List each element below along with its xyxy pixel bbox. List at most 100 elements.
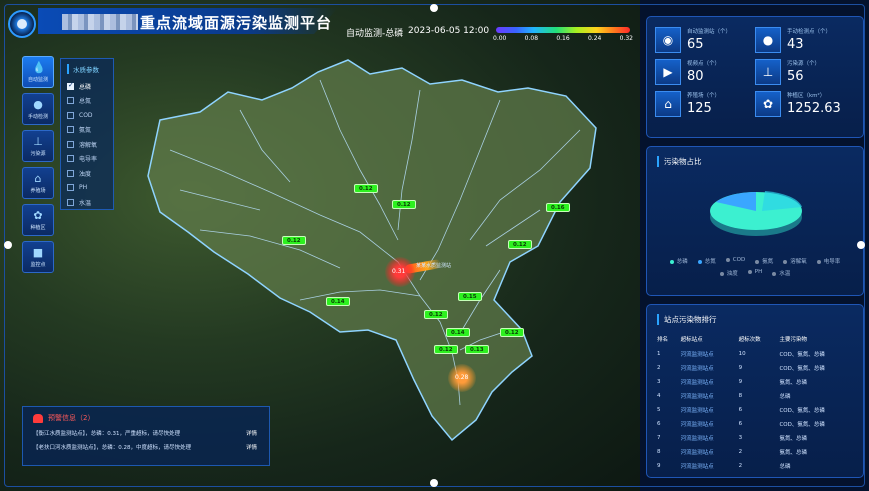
alarm-row: 【老扶口河水质监测站点】，总磷：0.28，中度超标，请尽快处理 详情	[33, 443, 257, 451]
alarm-detail-link[interactable]: 详情	[246, 429, 257, 437]
station-marker[interactable]: 0.12	[500, 328, 524, 337]
table-row[interactable]: 9 河流监测站点 2 总磷	[655, 459, 855, 473]
station-marker[interactable]: 0.12	[508, 240, 532, 249]
checkbox[interactable]	[67, 155, 74, 163]
legend-item[interactable]: 水温	[772, 269, 790, 277]
sidebar-item-camera[interactable]: ■ 监控点	[22, 241, 54, 273]
pollutant-cell: COD、氨氮、总磷	[779, 352, 825, 358]
sidebar-item-pollution-source[interactable]: ⊥ 污染源	[22, 130, 54, 162]
table-row[interactable]: 1 河流监测站点 10 COD、氨氮、总磷	[655, 347, 855, 361]
redacted-region-name	[62, 14, 138, 30]
alarm-hotspot-severe[interactable]: 0.31	[385, 257, 415, 287]
sidebar-item-label: 自动监测	[27, 76, 48, 83]
station-marker[interactable]: 0.13	[465, 345, 489, 354]
legend-item[interactable]: 氨氮	[755, 257, 773, 265]
station-marker[interactable]: 0.12	[434, 345, 458, 354]
sidebar-item-farm[interactable]: ⌂ 养殖场	[22, 167, 54, 199]
pollutant-cell: 氨氮、总磷	[779, 380, 807, 386]
pollutant-cell: 氨氮、总磷	[779, 450, 807, 456]
param-option[interactable]: 溶解氧	[67, 137, 113, 152]
checkbox[interactable]	[67, 81, 74, 90]
param-option[interactable]: 氨氮	[67, 123, 113, 138]
stats-panel: ◉ 自动监测站（个） 65 ● 手动检测点（个） 43 ▶ 视频点（个） 80 ⊥ 污…	[646, 16, 864, 138]
count-cell: 9	[738, 365, 743, 371]
param-option[interactable]: 电导率	[67, 152, 113, 167]
column-header: 排名	[657, 337, 669, 343]
station-cell[interactable]: 河流监测站点	[679, 389, 737, 403]
table-header-row: 排名 超标站点 超标次数 主要污染物	[655, 333, 855, 347]
param-label: 氨氮	[79, 127, 92, 135]
rank-cell: 3	[657, 379, 661, 385]
video-icon: ▶	[655, 59, 681, 85]
station-cell[interactable]: 河流监测站点	[679, 347, 737, 361]
stat-farm: ⌂ 养殖场（个） 125	[655, 91, 755, 117]
table-row[interactable]: 3 河流监测站点 9 氨氮、总磷	[655, 375, 855, 389]
stat-label: 种植区（km²）	[787, 93, 826, 99]
column-header: 超标次数	[738, 337, 761, 343]
checkbox[interactable]	[67, 97, 74, 105]
count-cell: 9	[738, 379, 743, 385]
alarm-hotspot-moderate[interactable]: 0.28	[448, 364, 476, 392]
param-label: 水温	[79, 199, 92, 207]
param-option[interactable]: 总氮	[67, 94, 113, 109]
sidebar-item-auto-monitor[interactable]: 💧 自动监测	[22, 56, 54, 88]
stat-pollution-source: ⊥ 污染源（个） 56	[755, 59, 855, 85]
checkbox[interactable]	[67, 198, 74, 206]
checkbox[interactable]	[67, 169, 74, 177]
station-marker[interactable]: 0.12	[424, 310, 448, 319]
station-cell[interactable]: 河流监测站点	[679, 431, 737, 445]
param-option[interactable]: 浊度	[67, 166, 113, 181]
param-option[interactable]: 水温	[67, 195, 113, 210]
table-row[interactable]: 8 河流监测站点 2 氨氮、总磷	[655, 445, 855, 459]
concentration-color-scale	[496, 27, 630, 33]
param-option[interactable]: PH	[67, 181, 113, 196]
rank-cell: 5	[657, 407, 661, 413]
checkbox[interactable]	[67, 126, 74, 134]
pollutant-cell: COD、氨氮、总磷	[779, 408, 825, 414]
legend-item[interactable]: 溶解氧	[783, 257, 807, 265]
sidebar-item-label: 污染源	[30, 150, 46, 157]
table-row[interactable]: 4 河流监测站点 8 总磷	[655, 389, 855, 403]
station-marker[interactable]: 0.12	[282, 236, 306, 245]
panel-title: 水质参数	[67, 64, 113, 74]
station-cell[interactable]: 河流监测站点	[679, 445, 737, 459]
station-marker[interactable]: 0.14	[446, 328, 470, 337]
legend-item[interactable]: 总磷	[670, 257, 688, 265]
checkbox[interactable]	[67, 111, 74, 119]
table-row[interactable]: 5 河流监测站点 6 COD、氨氮、总磷	[655, 403, 855, 417]
checkbox[interactable]	[67, 184, 74, 192]
station-marker[interactable]: 0.12	[354, 184, 378, 193]
station-cell[interactable]: 河流监测站点	[679, 417, 737, 431]
pollutant-cell: COD、氨氮、总磷	[779, 366, 825, 372]
station-marker[interactable]: 0.15	[458, 292, 482, 301]
legend-item[interactable]: 总氮	[698, 257, 716, 265]
legend-item[interactable]: 浊度	[720, 269, 738, 277]
station-cell[interactable]: 河流监测站点	[679, 459, 737, 473]
table-row[interactable]: 2 河流监测站点 9 COD、氨氮、总磷	[655, 361, 855, 375]
alarm-detail-link[interactable]: 详情	[246, 443, 257, 451]
frame-handle	[430, 479, 438, 487]
legend-item[interactable]: 电导率	[817, 257, 841, 265]
sidebar-item-label: 手动检测	[27, 113, 48, 120]
station-marker[interactable]: 0.14	[326, 297, 350, 306]
station-cell[interactable]: 河流监测站点	[679, 375, 737, 389]
stat-value: 125	[687, 101, 712, 116]
legend-item[interactable]: PH	[748, 269, 762, 277]
table-row[interactable]: 6 河流监测站点 6 COD、氨氮、总磷	[655, 417, 855, 431]
station-marker[interactable]: 0.16	[546, 203, 570, 212]
stat-value: 1252.63	[787, 101, 841, 116]
table-row[interactable]: 7 河流监测站点 3 氨氮、总磷	[655, 431, 855, 445]
stat-value: 43	[787, 37, 804, 52]
station-cell[interactable]: 河流监测站点	[679, 361, 737, 375]
sidebar-item-planting[interactable]: ✿ 种植区	[22, 204, 54, 236]
scale-tick: 0.00	[493, 35, 507, 42]
station-marker[interactable]: 0.12	[392, 200, 416, 209]
param-option[interactable]: 总磷	[67, 79, 113, 94]
sidebar-item-manual-test[interactable]: ● 手动检测	[22, 93, 54, 125]
stat-value: 65	[687, 37, 704, 52]
param-option[interactable]: COD	[67, 108, 113, 123]
checkbox[interactable]	[67, 140, 74, 148]
legend-item[interactable]: COD	[726, 257, 745, 265]
drop-icon: ●	[33, 97, 43, 111]
station-cell[interactable]: 河流监测站点	[679, 403, 737, 417]
